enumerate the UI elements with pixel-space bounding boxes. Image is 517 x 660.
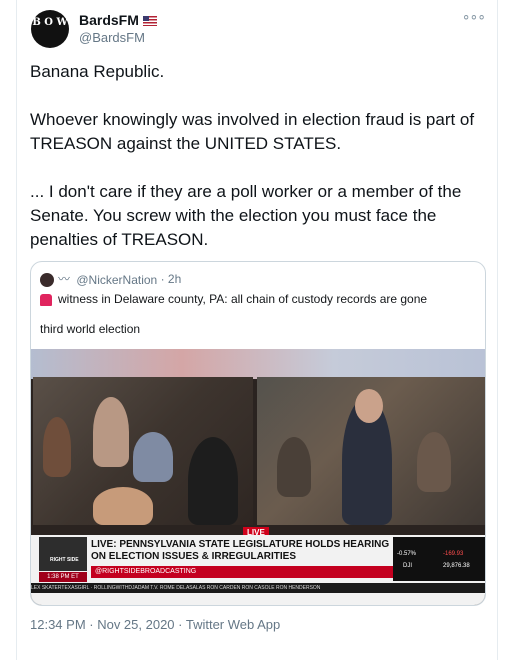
author-avatar[interactable]: B O W xyxy=(31,10,69,48)
ticker-value: 29,876.38 xyxy=(443,563,470,569)
quoted-tweet[interactable]: 〰 @NickerNation · 2h witness in Delaware… xyxy=(30,261,486,606)
attendee xyxy=(417,432,451,492)
attendee xyxy=(277,437,311,497)
stock-ticker: -0.57% -169.93 DJI 29,876.38 xyxy=(393,537,485,581)
flag-backdrop xyxy=(31,349,485,379)
tweet-paragraph: ... I don't care if they are a poll work… xyxy=(30,182,462,249)
attendee xyxy=(43,417,71,477)
lower-third: RIGHT SIDE 1:38 PM ET LIVE: PENNSYLVANIA… xyxy=(31,535,485,605)
news-crawl: LEX SKATERTEXASGIRL · ROLLINGWITHDJADAM … xyxy=(31,583,485,593)
quoted-age: 2h xyxy=(167,272,182,286)
channel-logo: RIGHT SIDE xyxy=(50,557,79,563)
quoted-handle: @NickerNation xyxy=(76,272,158,287)
ticker-symbol: DJI xyxy=(403,563,412,569)
author-handle[interactable]: @BardsFM xyxy=(79,30,145,45)
tweet-paragraph: Whoever knowingly was involved in electi… xyxy=(30,110,475,153)
author-name-text[interactable]: BardsFM xyxy=(79,12,139,28)
attendee xyxy=(188,437,238,525)
us-flag-icon xyxy=(142,16,157,27)
video-player[interactable]: LIVE RIGHT SIDE 1:38 PM ET LIVE: PENNSYL… xyxy=(31,349,485,605)
ticker-change-pts: -169.93 xyxy=(443,551,464,557)
attendee xyxy=(93,397,129,467)
attendee xyxy=(93,487,153,525)
tweet-paragraph: Banana Republic. xyxy=(30,62,165,81)
quoted-header: 〰 @NickerNation · 2h xyxy=(40,271,181,287)
quoted-avatar xyxy=(40,272,54,287)
video-left-panel xyxy=(33,377,253,525)
tweet-card: B O W BardsFM @BardsFM ∘∘∘ Banana Republ… xyxy=(16,0,498,660)
attendee xyxy=(133,432,173,482)
speaker-head xyxy=(355,389,383,423)
ticker-change-pct: -0.57% xyxy=(397,551,417,557)
broadcast-headline: LIVE: PENNSYLVANIA STATE LEGISLATURE HOL… xyxy=(91,539,390,562)
video-right-panel xyxy=(257,377,485,525)
channel-logo-box: RIGHT SIDE xyxy=(39,537,87,571)
more-options-icon[interactable]: ∘∘∘ xyxy=(462,8,486,25)
quoted-text: witness in Delaware county, PA: all chai… xyxy=(58,292,428,306)
wave-icon: 〰 xyxy=(58,272,71,286)
broadcast-subline: @RIGHTSIDEBROADCASTING xyxy=(91,566,395,578)
quoted-text-secondary: third world election xyxy=(40,322,141,336)
tweet-text: Banana Republic. Whoever knowingly was i… xyxy=(30,60,490,276)
siren-icon xyxy=(40,293,52,306)
broadcast-time: 1:38 PM ET xyxy=(39,572,87,582)
tweet-timestamp[interactable]: 12:34 PM · Nov 25, 2020 · Twitter Web Ap… xyxy=(30,617,280,632)
quoted-text-line: witness in Delaware county, PA: all chai… xyxy=(40,291,427,307)
author-display-name[interactable]: BardsFM xyxy=(79,12,157,28)
